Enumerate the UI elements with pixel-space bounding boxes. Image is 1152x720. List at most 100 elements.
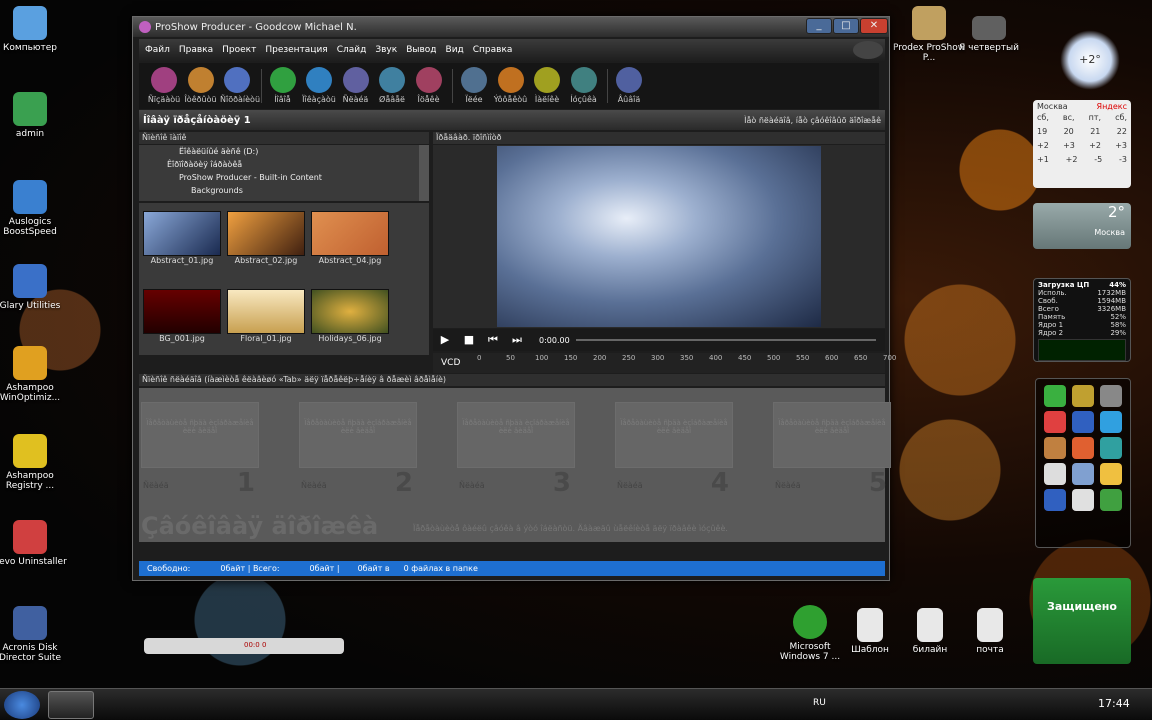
slide-placeholder[interactable]: Ïåðåòàùèòå ñþäà èçîáðàæåíèå èëè âèäåî Ñëà… xyxy=(141,402,259,498)
thumbnail[interactable]: Abstract_01.jpg xyxy=(143,211,221,265)
toolbar-label: Ïëée xyxy=(465,95,483,104)
weather-widget[interactable]: 2° Москва xyxy=(1033,203,1131,249)
toolbar-button[interactable]: Ýôôåêòû xyxy=(494,63,528,109)
desktop-icon[interactable]: Ashampoo Registry ... xyxy=(0,434,70,491)
soundtrack-title: Çâóêîâàÿ äîðîæêà xyxy=(141,512,379,540)
weather-cell: пт, xyxy=(1088,113,1102,122)
desktop-icon[interactable]: Glary Utilities xyxy=(0,264,70,311)
toolbar: Ñïçäàòü Îòêðûòü Ñîõðàíèòü Íîâîå Ïîêàçàòü Ñëàé… xyxy=(139,63,879,109)
toolbar-label: Îöåêè xyxy=(417,95,440,104)
slide-label: Ñëàéä xyxy=(301,481,327,490)
minimize-button[interactable]: _ xyxy=(806,18,832,34)
quicklaunch-icon[interactable] xyxy=(1044,489,1066,511)
desktop-icon[interactable]: Ashampoo WinOptimiz... xyxy=(0,346,70,403)
balloon-temp: +2° xyxy=(1079,53,1101,66)
weather-cell: -5 xyxy=(1094,155,1103,164)
status-sel: 0байт | Всего: xyxy=(220,564,280,573)
thumbnail[interactable]: Abstract_04.jpg xyxy=(311,211,389,265)
desktop-icon-pochta[interactable]: почта xyxy=(950,608,1030,655)
toolbar-button[interactable]: Íîâîå xyxy=(266,63,300,109)
quicklaunch-icon[interactable] xyxy=(1100,463,1122,485)
desktop-icon-label: Revo Uninstaller xyxy=(0,557,67,567)
toolbar-button[interactable]: Îòêðûòü xyxy=(184,63,218,109)
slide-placeholder[interactable]: Ïåðåòàùèòå ñþäà èçîáðàæåíèå èëè âèäåî Ñëà… xyxy=(773,402,891,498)
desktop-icon[interactable]: Auslogics BoostSpeed xyxy=(0,180,70,237)
cpu-stat-value: 3326MB xyxy=(1097,305,1126,313)
toolbar-icon xyxy=(151,67,177,93)
toolbar-button[interactable]: Ñïçäàòü xyxy=(147,63,181,109)
toolbar-button[interactable]: Ïîêàçàòü xyxy=(302,63,336,109)
menu-item[interactable]: Слайд xyxy=(337,45,367,55)
tree-item[interactable]: Ëîêàëüíûé äèñê (D:) xyxy=(179,147,258,156)
slide-placeholder[interactable]: Ïåðåòàùèòå ñþäà èçîáðàæåíèå èëè âèäåî Ñëà… xyxy=(299,402,417,498)
desktop-icon[interactable]: admin xyxy=(0,92,70,139)
menu-item[interactable]: Справка xyxy=(473,45,513,55)
tree-item[interactable]: ProShow Producer - Built-in Content xyxy=(179,173,322,182)
preview-panel-header: Ïðåäâàð. ïðîñìîòð xyxy=(433,132,885,144)
quicklaunch-icon[interactable] xyxy=(1072,437,1094,459)
quicklaunch-icon[interactable] xyxy=(1100,437,1122,459)
start-button[interactable] xyxy=(4,691,40,719)
close-button[interactable]: ✕ xyxy=(860,18,888,34)
clock[interactable]: 17:44 xyxy=(1098,697,1130,710)
menu-item[interactable]: Правка xyxy=(179,45,213,55)
taskbar-proshow[interactable] xyxy=(48,691,94,719)
next-button[interactable]: ⏭ xyxy=(505,331,529,349)
toolbar-button[interactable]: Îöåêè xyxy=(412,63,446,109)
toolbar-button[interactable]: Ñîõðàíèòü xyxy=(220,63,260,109)
quicklaunch-icon[interactable] xyxy=(1044,437,1066,459)
slide-placeholder[interactable]: Ïåðåòàùèòå ñþäà èçîáðàæåíèå èëè âèäåî Ñëà… xyxy=(457,402,575,498)
stop-button[interactable]: ■ xyxy=(457,331,481,349)
quicklaunch-icon[interactable] xyxy=(1072,489,1094,511)
desktop-icon[interactable]: Acronis Disk Director Suite xyxy=(0,606,70,663)
menu-item[interactable]: Вывод xyxy=(406,45,436,55)
slide-number: 4 xyxy=(710,468,729,498)
language-indicator[interactable]: RU xyxy=(813,698,826,708)
quicklaunch-icon[interactable] xyxy=(1044,411,1066,433)
ruler-tick: 650 xyxy=(854,354,868,362)
toolbar-button[interactable]: Ìàëíêè xyxy=(530,63,564,109)
thumbnail[interactable]: Floral_01.jpg xyxy=(227,289,305,343)
maximize-button[interactable]: □ xyxy=(833,18,859,34)
toolbar-button[interactable]: Ïëée xyxy=(457,63,491,109)
toolbar-button[interactable]: Ñëàéä xyxy=(339,63,373,109)
play-button[interactable]: ▶ xyxy=(433,331,457,349)
slide-placeholder[interactable]: Ïåðåòàùèòå ñþäà èçîáðàæåíèå èëè âèäåî Ñëà… xyxy=(615,402,733,498)
protection-widget[interactable]: Защищено xyxy=(1033,578,1131,664)
prev-button[interactable]: ⏮ xyxy=(481,331,505,349)
menu-item[interactable]: Файл xyxy=(145,45,170,55)
weather-calendar-widget[interactable]: Москва Яндекс сб, вс, пт, сб, 19 20 21 22 +2 +3 +2 +… xyxy=(1033,100,1131,188)
weather-balloon-widget[interactable]: +2° xyxy=(1060,30,1120,90)
thumbnail[interactable]: BG_001.jpg xyxy=(143,289,221,343)
menu-item[interactable]: Презентация xyxy=(265,45,327,55)
tree-item[interactable]: Êîðïîðàöèÿ îáðàòêå xyxy=(167,160,242,169)
quicklaunch-icon[interactable] xyxy=(1044,385,1066,407)
ruler-tick: 0 xyxy=(477,354,482,362)
quicklaunch-icon[interactable] xyxy=(1044,463,1066,485)
menu-item[interactable]: Звук xyxy=(375,45,397,55)
menu-item[interactable]: Вид xyxy=(446,45,464,55)
menu-item[interactable]: Проект xyxy=(222,45,256,55)
tree-item-selected[interactable]: Backgrounds xyxy=(191,186,243,195)
desktop-icon[interactable]: Revo Uninstaller xyxy=(0,520,70,567)
position-slider[interactable] xyxy=(575,339,876,341)
quicklaunch-icon[interactable] xyxy=(1072,411,1094,433)
quicklaunch-icon[interactable] xyxy=(1072,463,1094,485)
toolbar-label: Íîâîå xyxy=(274,95,291,104)
eye-icon[interactable] xyxy=(853,41,883,59)
quicklaunch-icon[interactable] xyxy=(1072,385,1094,407)
window-titlebar[interactable]: ProShow Producer - Goodcow Michael N. _ … xyxy=(133,17,889,37)
project-bar: Íîâàÿ ïðåçåíòàöèÿ 1 Ìåò ñëàéäîâ, íåò çâó… xyxy=(139,110,885,130)
toolbar-button[interactable]: Øåâåë xyxy=(375,63,409,109)
toolbar-button[interactable]: Íóçûêà xyxy=(567,63,601,109)
thumbnail[interactable]: Holidays_06.jpg xyxy=(311,289,389,343)
scrollbar[interactable] xyxy=(419,145,429,201)
quicklaunch-icon[interactable] xyxy=(1100,385,1122,407)
quicklaunch-icon[interactable] xyxy=(1100,411,1122,433)
thumbnail-label: Abstract_04.jpg xyxy=(318,256,382,265)
desktop-icon-ya[interactable]: Я четвертый xyxy=(949,16,1029,53)
toolbar-button[interactable]: Âûâîä xyxy=(612,63,646,109)
thumbnail[interactable]: Abstract_02.jpg xyxy=(227,211,305,265)
quicklaunch-icon[interactable] xyxy=(1100,489,1122,511)
desktop-icon[interactable]: Компьютер xyxy=(0,6,70,53)
